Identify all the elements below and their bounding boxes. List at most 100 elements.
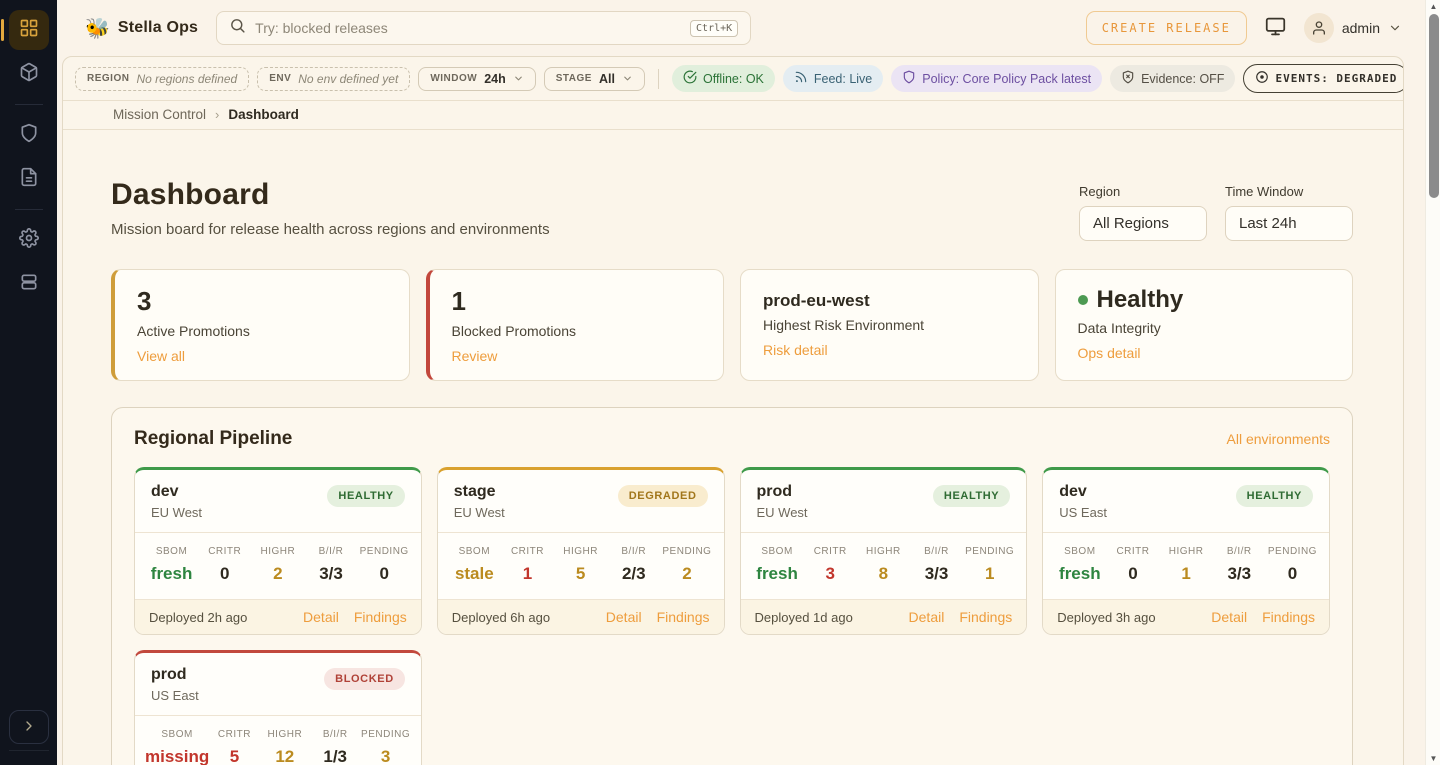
window-filter-label: WINDOW — [430, 73, 477, 84]
environment-region: EU West — [454, 505, 505, 520]
metric-value-pending: 1 — [963, 564, 1016, 584]
risk-detail-link[interactable]: Risk detail — [763, 342, 828, 358]
global-search[interactable]: Ctrl+K — [216, 11, 751, 45]
view-all-link[interactable]: View all — [137, 348, 185, 364]
server-stack-icon — [19, 272, 39, 297]
review-link[interactable]: Review — [452, 348, 498, 364]
metric-label: PENDING — [963, 546, 1016, 557]
sidebar-item-settings[interactable] — [9, 220, 49, 260]
status-badge: HEALTHY — [327, 485, 404, 507]
stat-cards-row: 3 Active Promotions View all 1 Blocked P… — [111, 269, 1353, 381]
metric-label: PENDING — [358, 546, 411, 557]
sidebar-item-security[interactable] — [9, 115, 49, 155]
metric-label: SBOM — [1053, 546, 1106, 557]
metric-label: B/I/R — [607, 546, 660, 557]
scrollbar-thumb[interactable] — [1429, 14, 1439, 198]
findings-link[interactable]: Findings — [354, 609, 407, 625]
display-mode-button[interactable] — [1265, 16, 1286, 40]
metric-value-highr: 1 — [1160, 564, 1213, 584]
metric-value-critr: 5 — [209, 747, 259, 765]
region-filter-pill[interactable]: REGION No regions defined — [75, 67, 249, 91]
blocked-promotions-value: 1 — [452, 286, 702, 317]
region-select[interactable]: All Regions — [1079, 206, 1207, 241]
sidebar-item-documents[interactable] — [9, 159, 49, 199]
sidebar-item-dashboard[interactable] — [9, 10, 49, 50]
metric-value-sbom: missing — [145, 747, 209, 765]
pipeline-card-prod-eu-west: prod EU West HEALTHY SBOMfresh CRITR3 HI… — [740, 467, 1028, 635]
window-filter-dropdown[interactable]: WINDOW 24h — [418, 67, 535, 91]
region-select-label: Region — [1079, 184, 1207, 199]
sidebar-item-infrastructure[interactable] — [9, 264, 49, 304]
metric-label: PENDING — [360, 729, 410, 740]
metric-value-critr: 0 — [1106, 564, 1159, 584]
deployed-timestamp: Deployed 1d ago — [755, 610, 853, 625]
monitor-icon — [1265, 16, 1286, 40]
status-badge: HEALTHY — [933, 485, 1010, 507]
environment-region: EU West — [151, 505, 202, 520]
findings-link[interactable]: Findings — [657, 609, 710, 625]
vertical-scrollbar[interactable]: ▲ ▼ — [1425, 0, 1440, 765]
dashboard-grid-icon — [19, 18, 39, 43]
status-dot-icon — [1255, 70, 1269, 87]
detail-link[interactable]: Detail — [303, 609, 339, 625]
chevron-down-icon — [1388, 21, 1402, 35]
metric-label: B/I/R — [310, 729, 360, 740]
sidebar-item-packages[interactable] — [9, 54, 49, 94]
metric-label: SBOM — [145, 546, 198, 557]
ops-detail-link[interactable]: Ops detail — [1078, 345, 1141, 361]
regional-pipeline-panel: Regional Pipeline All environments dev E… — [111, 407, 1353, 765]
search-input[interactable] — [255, 20, 681, 36]
data-integrity-label: Data Integrity — [1078, 320, 1331, 336]
policy-status-pill[interactable]: Policy: Core Policy Pack latest — [891, 65, 1102, 92]
findings-link[interactable]: Findings — [1262, 609, 1315, 625]
rss-icon — [794, 70, 808, 87]
window-filter-value: 24h — [484, 72, 506, 86]
metric-value-highr: 2 — [251, 564, 304, 584]
top-header: 🐝 Stella Ops Ctrl+K CREATE RELEASE admin — [57, 0, 1426, 56]
offline-status-pill[interactable]: Offline: OK — [672, 65, 775, 92]
search-shortcut-badge: Ctrl+K — [690, 20, 738, 37]
status-badge: HEALTHY — [1236, 485, 1313, 507]
env-filter-value: No env defined yet — [298, 72, 398, 86]
metric-label: CRITR — [209, 729, 259, 740]
findings-link[interactable]: Findings — [959, 609, 1012, 625]
metric-label: HIGHR — [1160, 546, 1213, 557]
all-environments-link[interactable]: All environments — [1227, 431, 1331, 447]
deployed-timestamp: Deployed 3h ago — [1057, 610, 1155, 625]
user-menu[interactable]: admin — [1304, 13, 1402, 43]
pipeline-card-stage-eu-west: stage EU West DEGRADED SBOMstale CRITR1 … — [437, 467, 725, 635]
detail-link[interactable]: Detail — [606, 609, 642, 625]
events-status-pill[interactable]: EVENTS: DEGRADED — [1243, 64, 1404, 93]
breadcrumb-parent[interactable]: Mission Control — [113, 107, 206, 122]
environment-name: stage — [454, 483, 505, 501]
detail-link[interactable]: Detail — [1211, 609, 1247, 625]
scrollbar-up-arrow[interactable]: ▲ — [1426, 2, 1440, 11]
metric-label: HIGHR — [857, 546, 910, 557]
metric-label: B/I/R — [910, 546, 963, 557]
detail-link[interactable]: Detail — [909, 609, 945, 625]
sidebar-expand-button[interactable] — [9, 710, 49, 744]
metric-value-pending: 2 — [660, 564, 713, 584]
metric-label: CRITR — [804, 546, 857, 557]
highest-risk-value: prod-eu-west — [763, 286, 1016, 311]
active-promotions-card: 3 Active Promotions View all — [111, 269, 410, 381]
env-filter-pill[interactable]: ENV No env defined yet — [257, 67, 410, 91]
feed-status-pill[interactable]: Feed: Live — [783, 65, 883, 92]
metric-value-pending: 0 — [358, 564, 411, 584]
breadcrumb-current: Dashboard — [228, 107, 299, 122]
environment-name: prod — [151, 666, 199, 684]
highest-risk-label: Highest Risk Environment — [763, 317, 1016, 333]
metric-label: SBOM — [751, 546, 804, 557]
page-subtitle: Mission board for release health across … — [111, 221, 550, 238]
region-filter-value: No regions defined — [136, 72, 237, 86]
metric-label: HIGHR — [251, 546, 304, 557]
sidebar — [0, 0, 57, 765]
create-release-button[interactable]: CREATE RELEASE — [1086, 11, 1247, 45]
evidence-status-label: Evidence: OFF — [1141, 72, 1224, 86]
stage-filter-dropdown[interactable]: STAGE All — [544, 67, 645, 91]
environment-name: prod — [757, 483, 808, 501]
breadcrumb: Mission Control › Dashboard — [63, 101, 1403, 130]
scrollbar-down-arrow[interactable]: ▼ — [1426, 754, 1440, 763]
evidence-status-pill[interactable]: Evidence: OFF — [1110, 65, 1235, 92]
time-window-select[interactable]: Last 24h — [1225, 206, 1353, 241]
